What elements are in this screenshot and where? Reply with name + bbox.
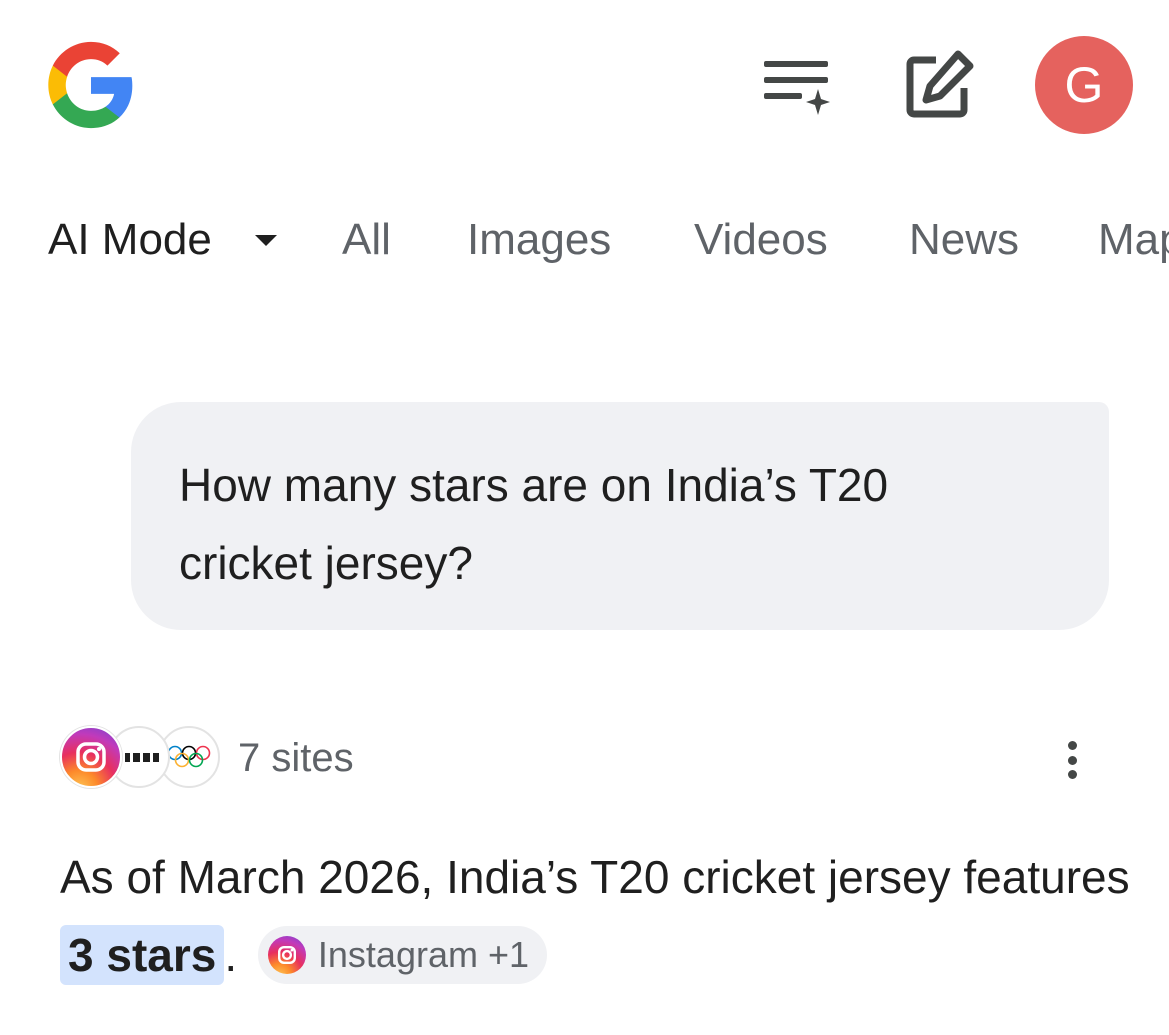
tab-all[interactable]: All: [342, 210, 391, 270]
new-chat-button[interactable]: [902, 48, 976, 122]
tab-maps[interactable]: Maps: [1098, 210, 1169, 270]
tab-images[interactable]: Images: [467, 210, 611, 270]
query-line-1: How many stars are on India’s T20: [179, 459, 889, 511]
edit-square-icon: [906, 50, 974, 118]
tab-news[interactable]: News: [909, 210, 1019, 270]
avatar-letter: G: [1064, 57, 1104, 113]
instagram-icon: [60, 726, 122, 788]
google-g-icon: [48, 41, 133, 129]
citation-label: Instagram +1: [317, 933, 530, 975]
answer-highlight: 3 stars: [60, 925, 225, 985]
sites-count: 7 sites: [238, 736, 354, 780]
ai-answer: As of March 2026, India’s T20 cricket je…: [60, 838, 1140, 994]
more-vert-dot: [1067, 770, 1077, 779]
search-history-sparkle-icon: [764, 61, 830, 115]
user-query-text: How many stars are on India’s T20 cricket…: [179, 446, 1059, 602]
tab-ai-mode[interactable]: AI Mode: [48, 210, 212, 270]
sources-row[interactable]: 7 sites: [60, 726, 560, 792]
more-options-button[interactable]: [1052, 735, 1092, 785]
chevron-down-icon[interactable]: [255, 235, 277, 246]
history-button[interactable]: [760, 55, 832, 119]
user-query-bubble: How many stars are on India’s T20 cricket…: [131, 402, 1109, 630]
more-vert-dot: [1067, 755, 1077, 765]
tab-videos[interactable]: Videos: [694, 210, 828, 270]
google-logo[interactable]: [44, 38, 138, 132]
instagram-icon: [267, 935, 306, 974]
account-avatar[interactable]: G: [1035, 36, 1133, 134]
query-line-2: cricket jersey?: [179, 537, 473, 589]
answer-text-before: As of March 2026, India’s T20 cricket je…: [60, 851, 1130, 903]
answer-text-after: .: [224, 929, 238, 981]
search-tabs: AI Mode All Images Videos News Maps: [48, 210, 1169, 270]
more-vert-icon: [1067, 741, 1077, 750]
citation-chip[interactable]: Instagram +1: [257, 925, 548, 984]
